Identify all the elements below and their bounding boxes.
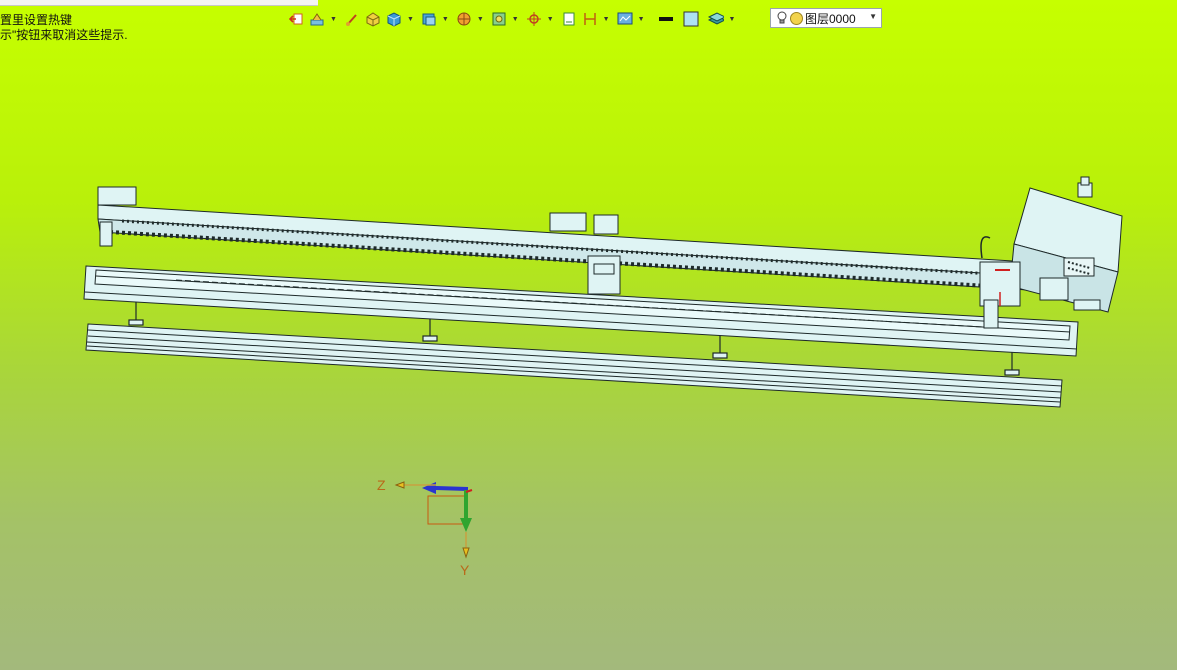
y-axis-label: Y	[460, 562, 470, 578]
center-carriage	[587, 255, 621, 295]
z-axis-label: Z	[377, 477, 386, 493]
axis-triad	[394, 481, 473, 559]
model-viewport[interactable]	[0, 0, 1177, 670]
motor-housing	[979, 176, 1123, 329]
